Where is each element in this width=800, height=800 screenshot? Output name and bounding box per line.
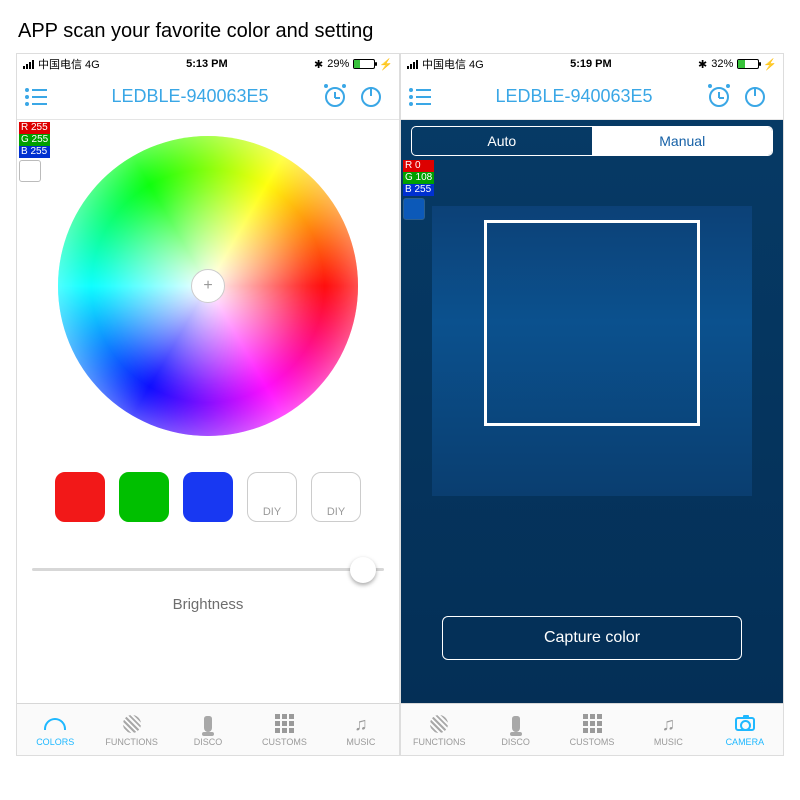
- tab-customs[interactable]: CUSTOMS: [554, 704, 630, 755]
- status-bar: 中国电信 4G 5:13 PM ✱ 29% ⚡: [17, 54, 399, 74]
- rgb-r: R 0: [403, 160, 434, 172]
- menu-button[interactable]: [409, 88, 439, 106]
- preset-row: DIY DIY: [55, 472, 361, 522]
- brightness-label: Brightness: [173, 596, 244, 613]
- status-time: 5:13 PM: [186, 58, 228, 70]
- preset-diy-1[interactable]: DIY: [247, 472, 297, 522]
- color-wheel[interactable]: +: [58, 136, 358, 436]
- tab-label: MUSIC: [654, 737, 683, 747]
- rgb-readout: R 0 G 108 B 255: [403, 160, 434, 220]
- battery-pct: 32%: [711, 58, 733, 70]
- tab-functions[interactable]: FUNCTIONS: [93, 704, 169, 755]
- rgb-readout: R 255 G 255 B 255: [19, 122, 50, 182]
- device-title: LEDBLE-940063E5: [439, 86, 709, 107]
- power-icon: [361, 87, 381, 107]
- signal-icon: [23, 60, 34, 69]
- customs-icon: [583, 714, 602, 733]
- tab-label: FUNCTIONS: [105, 737, 158, 747]
- bluetooth-icon: ✱: [698, 58, 707, 71]
- tab-label: FUNCTIONS: [413, 737, 466, 747]
- clock-icon: [325, 87, 345, 107]
- tab-functions[interactable]: FUNCTIONS: [401, 704, 477, 755]
- disco-icon: [512, 716, 520, 732]
- rgb-r: R 255: [19, 122, 50, 134]
- slider-thumb[interactable]: [350, 557, 376, 583]
- functions-icon: [430, 715, 448, 733]
- carrier-label: 中国电信 4G: [38, 56, 100, 72]
- tab-label: CUSTOMS: [570, 737, 615, 747]
- signal-icon: [407, 60, 418, 69]
- device-title: LEDBLE-940063E5: [55, 86, 325, 107]
- wheel-center-button[interactable]: +: [191, 269, 225, 303]
- capture-color-button[interactable]: Capture color: [442, 616, 742, 660]
- screen-camera: 中国电信 4G 5:19 PM ✱ 32% ⚡ LEDBLE-940063E5: [400, 53, 784, 756]
- color-swatch: [403, 198, 425, 220]
- mode-segmented-control: Auto Manual: [411, 126, 774, 156]
- power-button[interactable]: [361, 87, 391, 107]
- music-icon: ♫: [354, 715, 368, 733]
- charging-icon: ⚡: [379, 58, 393, 71]
- tab-disco[interactable]: DISCO: [477, 704, 553, 755]
- mode-manual[interactable]: Manual: [592, 127, 772, 155]
- music-icon: ♫: [662, 715, 676, 733]
- tab-label: CAMERA: [726, 737, 765, 747]
- rgb-g: G 255: [19, 134, 50, 146]
- color-swatch: [19, 160, 41, 182]
- tab-label: CUSTOMS: [262, 737, 307, 747]
- colors-icon: [44, 718, 66, 730]
- battery-icon: [737, 59, 759, 69]
- page-caption: APP scan your favorite color and setting: [0, 0, 800, 53]
- mode-auto[interactable]: Auto: [412, 127, 592, 155]
- preset-blue[interactable]: [183, 472, 233, 522]
- tab-colors[interactable]: COLORS: [17, 704, 93, 755]
- tab-label: COLORS: [36, 737, 74, 747]
- battery-pct: 29%: [327, 58, 349, 70]
- clock-icon: [709, 87, 729, 107]
- tab-music[interactable]: ♫ MUSIC: [630, 704, 706, 755]
- screen-colors: 中国电信 4G 5:13 PM ✱ 29% ⚡ LEDBLE-940063E5: [16, 53, 400, 756]
- battery-icon: [353, 59, 375, 69]
- nav-bar: LEDBLE-940063E5: [401, 74, 783, 120]
- menu-icon: [25, 88, 47, 106]
- status-time: 5:19 PM: [570, 58, 612, 70]
- nav-bar: LEDBLE-940063E5: [17, 74, 399, 120]
- brightness-slider[interactable]: [32, 558, 383, 580]
- functions-icon: [123, 715, 141, 733]
- bluetooth-icon: ✱: [314, 58, 323, 71]
- tab-bar: FUNCTIONS DISCO CUSTOMS ♫ MUSIC CAMERA: [401, 703, 783, 755]
- charging-icon: ⚡: [763, 58, 777, 71]
- disco-icon: [204, 716, 212, 732]
- tab-disco[interactable]: DISCO: [170, 704, 246, 755]
- capture-frame[interactable]: [484, 220, 700, 426]
- preset-green[interactable]: [119, 472, 169, 522]
- preset-red[interactable]: [55, 472, 105, 522]
- timer-button[interactable]: [325, 87, 355, 107]
- tab-music[interactable]: ♫ MUSIC: [323, 704, 399, 755]
- power-button[interactable]: [745, 87, 775, 107]
- camera-preview[interactable]: [432, 206, 752, 496]
- tab-customs[interactable]: CUSTOMS: [246, 704, 322, 755]
- status-bar: 中国电信 4G 5:19 PM ✱ 32% ⚡: [401, 54, 783, 74]
- tab-label: MUSIC: [346, 737, 375, 747]
- menu-icon: [409, 88, 431, 106]
- rgb-b: B 255: [19, 146, 50, 158]
- rgb-g: G 108: [403, 172, 434, 184]
- preset-diy-2[interactable]: DIY: [311, 472, 361, 522]
- rgb-b: B 255: [403, 184, 434, 196]
- menu-button[interactable]: [25, 88, 55, 106]
- tab-label: DISCO: [194, 737, 223, 747]
- power-icon: [745, 87, 765, 107]
- camera-icon: [735, 717, 755, 731]
- carrier-label: 中国电信 4G: [422, 56, 484, 72]
- timer-button[interactable]: [709, 87, 739, 107]
- tab-bar: COLORS FUNCTIONS DISCO CUSTOMS ♫ MUSIC: [17, 703, 399, 755]
- tab-label: DISCO: [501, 737, 530, 747]
- tab-camera[interactable]: CAMERA: [707, 704, 783, 755]
- customs-icon: [275, 714, 294, 733]
